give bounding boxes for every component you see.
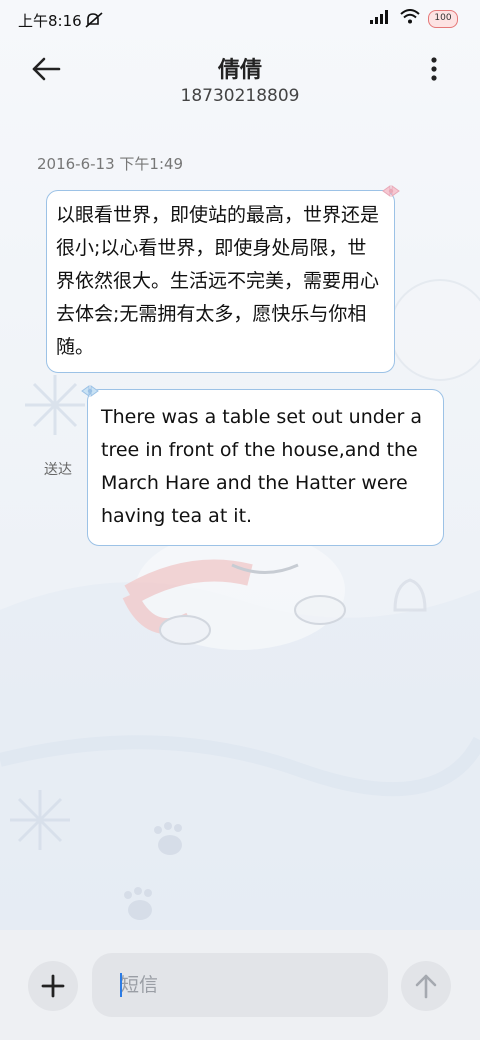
paw-print-icon	[124, 887, 152, 920]
more-options-button[interactable]	[420, 52, 448, 88]
plus-icon	[41, 974, 65, 998]
signal-icon	[370, 9, 392, 28]
bubble-bow-decoration	[382, 185, 400, 197]
battery-indicator: 100	[428, 9, 458, 28]
bell-decoration	[393, 578, 427, 612]
text-cursor	[120, 973, 122, 997]
status-bar: 上午8:16 100	[0, 0, 480, 40]
more-vertical-icon	[431, 57, 437, 81]
message-text: 以眼看世界，即使站的最高，世界还是很小;以心看世界，即使身处局限，世界依然很大。…	[56, 204, 380, 358]
message-input[interactable]	[92, 953, 388, 1017]
message-composer	[0, 930, 480, 1040]
bear-illustration	[122, 530, 346, 650]
send-button[interactable]	[401, 961, 451, 1011]
add-attachment-button[interactable]	[28, 961, 78, 1011]
contact-name: 倩倩	[217, 58, 262, 83]
status-time: 上午8:16	[18, 12, 82, 30]
wifi-icon	[400, 9, 420, 28]
message-timestamp: 2016-6-13 下午1:49	[37, 155, 184, 173]
paw-print-icon	[154, 822, 182, 855]
received-message-bubble[interactable]: 以眼看世界，即使站的最高，世界还是很小;以心看世界，即使身处局限，世界依然很大。…	[46, 190, 395, 373]
snowflake-icon	[25, 375, 85, 435]
mute-icon	[84, 11, 104, 33]
contact-number: 18730218809	[180, 86, 300, 106]
message-text: There was a table set out under a tree i…	[101, 406, 422, 527]
delivery-status: 送达	[44, 462, 72, 478]
arrow-up-icon	[415, 974, 437, 999]
snowflake-icon	[10, 790, 70, 850]
sent-message-bubble[interactable]: There was a table set out under a tree i…	[87, 389, 444, 546]
bubble-bow-decoration	[81, 385, 99, 397]
